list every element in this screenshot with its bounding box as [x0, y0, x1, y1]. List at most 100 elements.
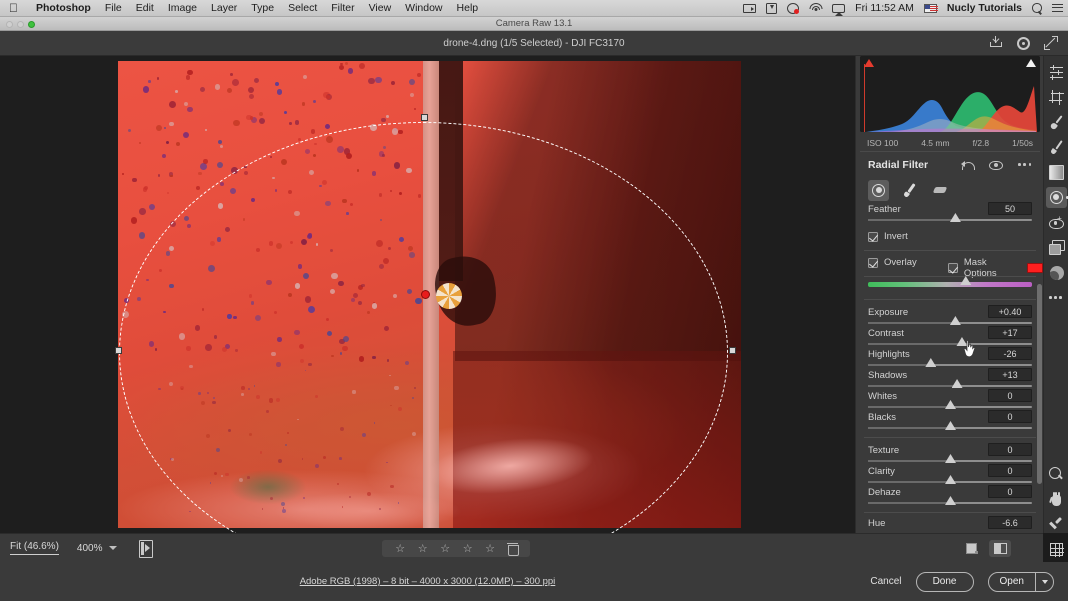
search-icon[interactable] — [1027, 3, 1047, 13]
zoom-button[interactable] — [28, 20, 35, 28]
minimize-button[interactable] — [17, 20, 24, 28]
panel-scrollbar[interactable] — [1037, 284, 1042, 484]
traffic-lights[interactable] — [6, 20, 35, 28]
brush-tool-button[interactable] — [899, 180, 920, 201]
feather-value[interactable]: 50 — [988, 202, 1032, 215]
menu-item-image[interactable]: Image — [161, 2, 204, 14]
before-after-button[interactable] — [989, 540, 1011, 557]
fullscreen-icon[interactable] — [1044, 36, 1058, 50]
more-options-icon[interactable] — [1018, 163, 1032, 167]
dehaze-value[interactable]: 0 — [988, 485, 1032, 498]
menu-item-edit[interactable]: Edit — [129, 2, 161, 14]
menu-item-photoshop[interactable]: Photoshop — [29, 2, 98, 14]
shadows-knob[interactable] — [951, 379, 963, 388]
chevron-down-icon[interactable] — [109, 546, 118, 550]
shadows-value[interactable]: +13 — [988, 368, 1032, 381]
menu-item-layer[interactable]: Layer — [204, 2, 244, 14]
open-dropdown-button[interactable] — [1035, 572, 1053, 591]
shadows-track[interactable] — [868, 385, 1032, 387]
highlight-clipping-triangle[interactable] — [1026, 59, 1036, 67]
feather-track[interactable] — [868, 219, 1032, 221]
workflow-options-link[interactable]: Adobe RGB (1998) – 8 bit – 4000 x 3000 (… — [300, 576, 556, 587]
menubar-user[interactable]: Nucly Tutorials — [942, 2, 1027, 14]
highlights-track[interactable] — [868, 364, 1032, 366]
airplay-icon[interactable] — [827, 3, 850, 13]
texture-knob[interactable] — [945, 454, 956, 463]
whites-knob[interactable] — [945, 400, 956, 409]
export-icon[interactable] — [989, 36, 1003, 50]
star-1[interactable]: ☆ — [395, 542, 405, 555]
menu-item-window[interactable]: Window — [398, 2, 449, 14]
keyboard-flag-icon[interactable] — [919, 3, 942, 13]
star-3[interactable]: ☆ — [440, 542, 450, 555]
menu-item-file[interactable]: File — [98, 2, 129, 14]
star-4[interactable]: ☆ — [463, 542, 473, 555]
invert-checkbox[interactable] — [868, 231, 878, 242]
highlights-knob[interactable] — [925, 358, 937, 367]
gear-icon[interactable] — [1017, 36, 1030, 50]
ellipse-handle-left[interactable] — [115, 347, 122, 354]
color-balance-gradient[interactable] — [868, 282, 1032, 287]
download-icon[interactable] — [761, 2, 782, 14]
single-view-button[interactable] — [961, 540, 983, 557]
menu-item-view[interactable]: View — [362, 2, 399, 14]
menu-item-select[interactable]: Select — [281, 2, 324, 14]
done-button[interactable]: Done — [915, 571, 974, 592]
radial-filter-button[interactable] — [1046, 187, 1068, 208]
blacks-value[interactable]: 0 — [988, 410, 1032, 423]
texture-value[interactable]: 0 — [988, 443, 1032, 456]
contrast-track[interactable] — [868, 343, 1032, 345]
zoom-fit-label[interactable]: Fit (46.6%) — [10, 541, 59, 555]
cancel-button[interactable]: Cancel — [870, 576, 901, 587]
rail-more-button[interactable] — [1046, 287, 1067, 308]
crop-tool-button[interactable] — [1046, 87, 1067, 108]
control-center-icon[interactable] — [1047, 3, 1068, 13]
radial-tool-button[interactable] — [868, 179, 889, 201]
ellipse-handle-right[interactable] — [729, 347, 736, 354]
hand-tool-button[interactable] — [1046, 489, 1067, 510]
overlay-checkbox-row[interactable]: Overlay — [868, 257, 917, 268]
contrast-value[interactable]: +17 — [988, 326, 1032, 339]
bluetooth-icon[interactable] — [782, 2, 804, 14]
apple-logo-icon[interactable]:  — [0, 2, 29, 14]
menubar-clock[interactable]: Fri 11:52 AM — [850, 2, 919, 14]
eraser-tool-button[interactable] — [930, 180, 951, 201]
menu-item-help[interactable]: Help — [450, 2, 486, 14]
ellipse-handle-top[interactable] — [421, 114, 428, 121]
aerial-beach-drone-photo[interactable] — [118, 61, 741, 528]
adjustment-brush-button[interactable] — [1046, 137, 1067, 158]
menu-item-filter[interactable]: Filter — [324, 2, 361, 14]
trash-icon[interactable] — [506, 543, 519, 556]
whites-value[interactable]: 0 — [988, 389, 1032, 402]
eyedropper-tool-button[interactable] — [1046, 514, 1067, 535]
star-5[interactable]: ☆ — [485, 542, 495, 555]
filmstrip-icon[interactable] — [139, 540, 154, 558]
eye-icon[interactable] — [989, 160, 1003, 170]
snapshots-button[interactable] — [1046, 262, 1067, 283]
zoom-level-value[interactable]: 400% — [77, 543, 103, 554]
dehaze-knob[interactable] — [945, 496, 956, 505]
blacks-knob[interactable] — [945, 421, 956, 430]
feather-knob[interactable] — [949, 213, 961, 222]
grid-toggle-button[interactable] — [1046, 539, 1067, 560]
presets-button[interactable] — [1046, 237, 1067, 258]
screen-recording-icon[interactable] — [738, 3, 761, 13]
graduated-filter-button[interactable] — [1046, 162, 1067, 183]
hue-value[interactable]: -6.6 — [988, 516, 1032, 529]
wifi-icon[interactable] — [804, 3, 827, 13]
clarity-value[interactable]: 0 — [988, 464, 1032, 477]
red-eye-button[interactable]: + — [1046, 212, 1067, 233]
mask-color-swatch[interactable] — [1027, 263, 1043, 273]
zoom-tool-button[interactable] — [1046, 464, 1067, 485]
radial-filter-pin[interactable] — [421, 290, 430, 299]
overlay-checkbox[interactable] — [868, 257, 878, 268]
menu-item-type[interactable]: Type — [244, 2, 281, 14]
clarity-knob[interactable] — [945, 475, 956, 484]
invert-checkbox-row[interactable]: Invert — [868, 231, 908, 242]
exposure-track[interactable] — [868, 322, 1032, 324]
undo-icon[interactable] — [961, 160, 975, 170]
exposure-knob[interactable] — [949, 316, 961, 325]
highlights-value[interactable]: -26 — [988, 347, 1032, 360]
image-canvas[interactable] — [0, 56, 855, 533]
healing-tool-button[interactable] — [1046, 112, 1067, 133]
